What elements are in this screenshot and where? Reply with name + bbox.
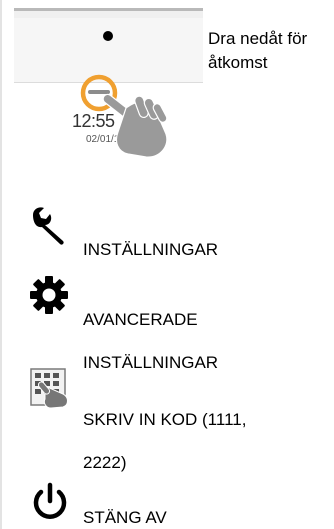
power-icon [33,482,67,519]
menu-item-enter-code-label-1: SKRIV IN KOD (1111, [83,410,247,429]
menu-item-power-off-label: STÄNG AV [83,508,167,527]
menu-item-enter-code[interactable]: SKRIV IN KOD (1111, 2222) [83,398,246,484]
keypad-hand-icon [30,368,68,409]
menu-item-enter-code-label-2: 2222) [83,453,127,472]
swipe-hint-line-1: Dra nedåt för [208,29,308,48]
swipe-down-illustration: 12:55 02/01/18 [0,0,205,180]
pull-handle-icon [88,90,110,94]
menu-item-power-off[interactable]: STÄNG AV [83,508,167,528]
menu-item-advanced-settings[interactable]: AVANCERADE INSTÄLLNINGAR [83,298,218,384]
swipe-hint: Dra nedåt för åtkomst [208,27,307,75]
menu-item-advanced-settings-label-1: AVANCERADE [83,310,198,329]
swipe-gesture-graphic [80,74,168,158]
wrench-icon [33,207,64,245]
menu-item-settings-label: INSTÄLLNINGAR [83,240,219,259]
gear-icon [30,276,68,314]
menu-item-advanced-settings-label-2: INSTÄLLNINGAR [83,353,219,372]
menu-item-settings[interactable]: INSTÄLLNINGAR [83,240,218,260]
pointing-hand-icon [102,93,168,158]
swipe-hint-line-2: åtkomst [208,53,268,72]
